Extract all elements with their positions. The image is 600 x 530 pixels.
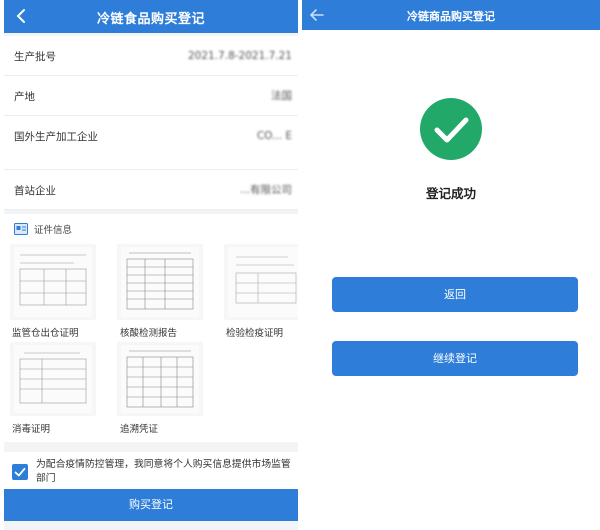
return-button[interactable]: 返回 <box>332 277 578 312</box>
certificate-label: 消毒证明 <box>12 424 51 435</box>
certificate-heading-text: 证件信息 <box>34 225 73 236</box>
info-value: 2021.7.8-2021.7.21 <box>188 50 292 62</box>
info-row-origin: 产地 法国 <box>4 76 298 116</box>
info-label: 生产批号 <box>14 51 56 63</box>
certificate-label: 检验检疫证明 <box>226 328 284 339</box>
purchase-register-button[interactable]: 购买登记 <box>4 489 298 521</box>
consent-section: 为配合疫情防控管理，我同意将个人购买信息提供市场监管部门 <box>4 452 298 490</box>
info-row-foreign-producer: 国外生产加工企业 CO... E <box>4 116 298 170</box>
checkbox-checked-icon <box>14 467 26 477</box>
info-row-batch: 生产批号 2021.7.8-2021.7.21 <box>4 36 298 76</box>
info-value: ...有限公司 <box>239 184 292 196</box>
purchase-registration-screen: 冷链食品购买登记 生产批号 2021.7.8-2021.7.21 产地 法国 国… <box>4 0 298 530</box>
certificate-section: 证件信息 监管仓出仓证明 核酸检测报告 检验检疫证明 消毒证明 追溯凭证 <box>4 214 298 442</box>
success-message: 登记成功 <box>425 186 476 201</box>
info-value: 法国 <box>271 90 292 102</box>
certificate-thumbnail[interactable] <box>10 244 96 320</box>
certificate-label: 监管仓出仓证明 <box>12 328 79 339</box>
document-image <box>228 247 298 317</box>
document-image <box>14 247 92 317</box>
info-label: 产地 <box>14 91 35 103</box>
page-title: 冷链商品购买登记 <box>407 10 495 23</box>
certificate-thumbnail[interactable] <box>10 342 96 416</box>
info-label: 国外生产加工企业 <box>14 131 98 143</box>
certificate-label: 追溯凭证 <box>120 424 159 435</box>
top-navigation-bar: 冷链商品购买登记 <box>302 0 600 30</box>
consent-checkbox[interactable] <box>12 464 28 480</box>
registration-success-screen: 冷链商品购买登记 登记成功 返回 继续登记 <box>302 0 600 530</box>
document-image <box>14 345 92 413</box>
document-image <box>121 345 199 413</box>
top-navigation-bar: 冷链食品购买登记 <box>4 0 298 33</box>
consent-text: 为配合疫情防控管理，我同意将个人购买信息提供市场监管部门 <box>36 459 291 484</box>
certificate-thumbnail[interactable] <box>117 342 203 416</box>
info-label: 首站企业 <box>14 185 56 197</box>
certificate-heading: 证件信息 <box>14 222 72 236</box>
certificate-thumbnail[interactable] <box>117 244 203 320</box>
certificate-thumbnail[interactable] <box>224 244 298 320</box>
continue-register-button[interactable]: 继续登记 <box>332 341 578 376</box>
success-check-icon <box>420 98 482 160</box>
info-row-first-station: 首站企业 ...有限公司 <box>4 170 298 210</box>
page-title: 冷链食品购买登记 <box>96 12 205 27</box>
certificate-label: 核酸检测报告 <box>120 328 178 339</box>
product-info-list: 生产批号 2021.7.8-2021.7.21 产地 法国 国外生产加工企业 C… <box>4 36 298 210</box>
info-value: CO... E <box>256 130 292 142</box>
certificate-icon <box>14 223 28 235</box>
document-image <box>121 247 199 317</box>
